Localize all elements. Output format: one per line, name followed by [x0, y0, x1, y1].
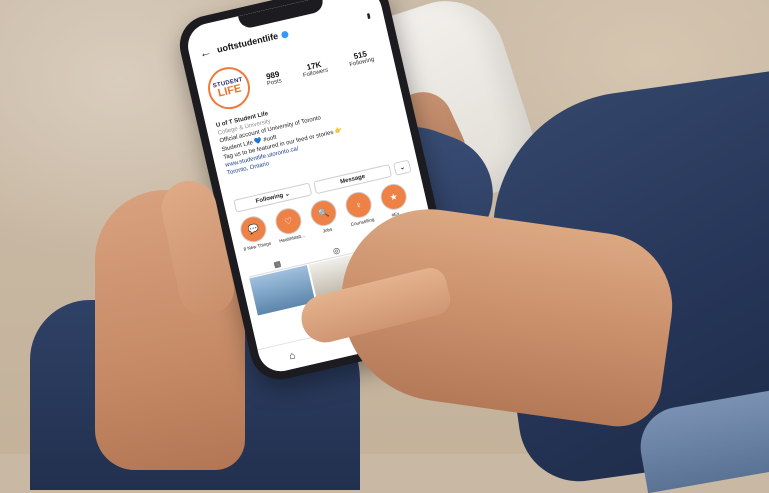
grid-icon[interactable]: ▦ [273, 259, 282, 269]
person-icon: ♀ [343, 189, 375, 221]
reels-icon[interactable]: ◎ [332, 245, 341, 255]
stat-following[interactable]: 515 Following [347, 48, 375, 68]
search-icon: 🔍 [307, 197, 340, 229]
highlight-label: Jobs [322, 226, 333, 234]
chat-bubble-icon: 💬 [237, 213, 269, 245]
verified-badge-icon [280, 30, 289, 39]
photo-background: ← uoftstudentlife ••• STUDENT LIFE 989 P… [0, 0, 769, 493]
home-icon[interactable]: ⌂ [288, 350, 296, 362]
profile-username: uoftstudentlife [215, 30, 280, 55]
avatar[interactable]: STUDENT LIFE [203, 62, 255, 114]
back-arrow-icon[interactable]: ← [198, 44, 214, 60]
highlight-item[interactable]: 💬 8 New Things [236, 213, 275, 261]
profile-stats: 989 Posts 17K Followers 515 Following [254, 45, 386, 89]
more-options-icon[interactable]: ••• [362, 12, 374, 19]
highlight-label: HealthMatt… [278, 232, 307, 244]
highlight-label: 8 New Things [243, 240, 272, 252]
star-icon: ★ [378, 181, 410, 213]
heart-icon: ♡ [272, 205, 305, 237]
highlight-label: Counselling [350, 216, 375, 228]
highlight-item[interactable]: 🔍 Jobs [306, 197, 345, 245]
suggested-dropdown-button[interactable]: ⌄ [393, 159, 412, 176]
stat-posts[interactable]: 989 Posts [264, 69, 282, 87]
highlight-item[interactable]: ♡ HealthMatt… [271, 205, 310, 253]
stat-followers[interactable]: 17K Followers [300, 58, 328, 78]
